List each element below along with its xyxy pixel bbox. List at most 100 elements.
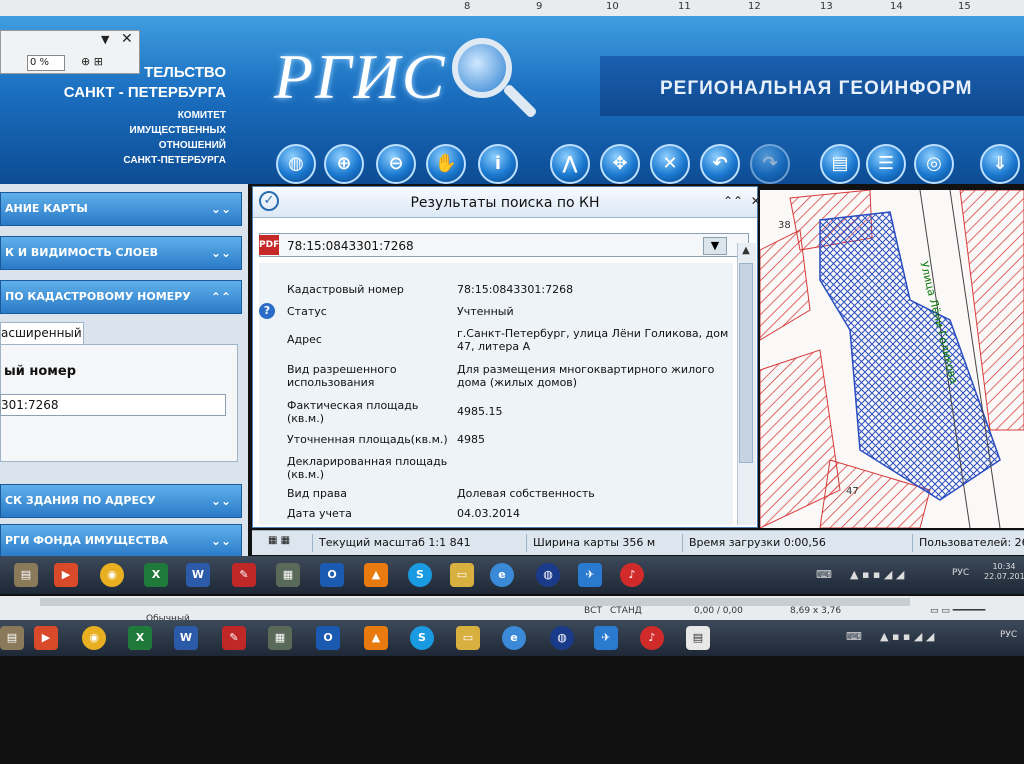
row-value: 78:15:0843301:7268 [457, 283, 574, 296]
map-status-bar: ▦ ▦ Текущий масштаб 1:1 841 Ширина карты… [252, 530, 1024, 555]
accordion-address-search[interactable]: СК ЗДАНИЯ ПО АДРЕСУ ⌄⌄ [0, 484, 242, 518]
globe-button[interactable]: ◍ [276, 144, 316, 184]
dropdown-arrow-icon[interactable]: ▼ [101, 33, 109, 46]
excel-icon[interactable]: X [144, 563, 168, 587]
row-label: Дата учета [287, 507, 352, 520]
accordion-map-control[interactable]: АНИЕ КАРТЫ ⌄⌄ [0, 192, 242, 226]
media-player-icon[interactable]: ▶ [34, 626, 58, 650]
language-indicator[interactable]: РУС [1000, 630, 1017, 640]
language-indicator[interactable]: РУС [952, 568, 969, 578]
zoom-in-button[interactable]: ⊕ [324, 144, 364, 184]
list-button[interactable]: ☰ [866, 144, 906, 184]
accordion-cadastral-search[interactable]: ПО КАДАСТРОВОМУ НОМЕРУ ⌃⌃ [0, 280, 242, 314]
panel-controls: ⌃⌃ ✕ [723, 194, 761, 208]
chrome-icon[interactable]: ◉ [100, 563, 124, 587]
print-button[interactable]: ▤ [820, 144, 860, 184]
zoom-field[interactable]: 0 % [27, 55, 65, 71]
scrollbar-thumb[interactable] [739, 263, 753, 463]
ruler-tick: 14 [890, 1, 903, 12]
explorer-icon[interactable]: ▤ [14, 563, 38, 587]
internet-explorer-icon[interactable]: e [502, 626, 526, 650]
refresh-globe-button[interactable]: ◎ [914, 144, 954, 184]
folder-icon[interactable]: ▭ [456, 626, 480, 650]
pdf-icon[interactable]: PDF [259, 235, 279, 255]
app-icon[interactable]: ✈ [594, 626, 618, 650]
tab-extended[interactable]: асширенный [0, 322, 84, 345]
keyboard-icon[interactable]: ⌨ [816, 568, 832, 581]
google-earth-icon[interactable]: ◍ [550, 626, 574, 650]
taskbar-bottom: ▤ ▶ ◉ X W ✎ ▦ O ▲ S ▭ e ◍ ✈ ♪ ▤ ⌨ ▲ ▪ ▪ … [0, 620, 1024, 656]
explorer-icon[interactable]: ▤ [0, 626, 24, 650]
row-label: Статус [287, 305, 327, 318]
magnifier-handle-icon [502, 83, 538, 119]
document-icon[interactable]: ▤ [686, 626, 710, 650]
align-icon[interactable]: ⊕ ⊞ [81, 55, 103, 68]
chevron-down-icon: ⌄⌄ [210, 534, 231, 548]
accordion-property-fund[interactable]: РГИ ФОНДА ИМУЩЕСТВА ⌄⌄ [0, 524, 242, 558]
map-width: Ширина карты 356 м [526, 534, 655, 552]
chevron-down-icon[interactable]: ▼ [703, 237, 727, 255]
tray-icons[interactable]: ▲ ▪ ▪ ◢ ◢ [880, 630, 934, 643]
accordion-layers[interactable]: К И ВИДИМОСТЬ СЛОЕВ ⌄⌄ [0, 236, 242, 270]
results-table: Кадастровый номер 78:15:0843301:7268 Ста… [259, 263, 733, 525]
skype-icon[interactable]: S [410, 626, 434, 650]
ruler-tick: 15 [958, 1, 971, 12]
skype-icon[interactable]: S [408, 563, 432, 587]
folder-icon[interactable]: ▭ [450, 563, 474, 587]
word-icon[interactable]: W [174, 626, 198, 650]
itunes-icon[interactable]: ♪ [620, 563, 644, 587]
outlook-icon[interactable]: O [320, 563, 344, 587]
chrome-icon[interactable]: ◉ [82, 626, 106, 650]
zoom-out-button[interactable]: ⊖ [376, 144, 416, 184]
map-view[interactable]: 38 47 [760, 190, 1024, 528]
tray-icons[interactable]: ▲ ▪ ▪ ◢ ◢ [850, 568, 904, 581]
help-icon[interactable]: ? [259, 303, 275, 319]
left-panel: АНИЕ КАРТЫ ⌄⌄ К И ВИДИМОСТЬ СЛОЕВ ⌄⌄ ПО КА… [0, 184, 248, 558]
word-icon[interactable]: W [186, 563, 210, 587]
back-button[interactable]: ↶ [700, 144, 740, 184]
sketchup-icon[interactable]: ✎ [232, 563, 256, 587]
collapse-icon[interactable]: ⌃⌃ [723, 194, 743, 208]
clock-time: 10:34 [992, 562, 1016, 571]
google-earth-icon[interactable]: ◍ [536, 563, 560, 587]
sketchup-icon[interactable]: ✎ [222, 626, 246, 650]
outlook-icon[interactable]: O [316, 626, 340, 650]
itunes-icon[interactable]: ♪ [640, 626, 664, 650]
vlc-icon[interactable]: ▲ [364, 563, 388, 587]
cadastral-number-input[interactable]: 301:7268 [0, 394, 226, 416]
system-clock[interactable]: 10:34 22.07.2016 [984, 562, 1024, 582]
ruler-tick: 13 [820, 1, 833, 12]
results-title: Результаты поиска по КН [410, 195, 600, 211]
chevron-down-icon: ⌄⌄ [210, 202, 231, 216]
row-value: Долевая собственность [457, 487, 595, 500]
info-button[interactable]: i [478, 144, 518, 184]
excel-icon[interactable]: X [128, 626, 152, 650]
search-results-panel: ✓ Результаты поиска по КН ⌃⌃ ✕ PDF 78:15… [252, 186, 761, 528]
internet-explorer-icon[interactable]: e [490, 563, 514, 587]
download-button[interactable]: ⇓ [980, 144, 1020, 184]
building-number: 47 [846, 486, 859, 497]
ruler-tick: 11 [678, 1, 691, 12]
media-player-icon[interactable]: ▶ [54, 563, 78, 587]
insert-mode: ВСТ [584, 606, 602, 616]
close-icon[interactable]: ✕ [121, 31, 133, 47]
row-value: 04.03.2014 [457, 507, 520, 520]
app-icon[interactable]: ✈ [578, 563, 602, 587]
accordion-label: СК ЗДАНИЯ ПО АДРЕСУ [5, 494, 156, 507]
ruler-tick: 8 [464, 1, 471, 12]
keyboard-icon[interactable]: ⌨ [846, 630, 862, 643]
forward-button[interactable]: ↷ [750, 144, 790, 184]
kn-search-input[interactable]: 78:15:0843301:7268 [287, 237, 697, 255]
scroll-up-icon[interactable]: ▲ [739, 245, 753, 261]
language-flags-icon[interactable]: ▦ ▦ [268, 535, 304, 551]
calculator-icon[interactable]: ▦ [268, 626, 292, 650]
zoom-slider[interactable]: ▭ ▭ ━━━━━━ [930, 606, 985, 616]
measure-button[interactable]: ⋀ [550, 144, 590, 184]
pan-hand-button[interactable]: ✋ [426, 144, 466, 184]
calculator-icon[interactable]: ▦ [276, 563, 300, 587]
vlc-icon[interactable]: ▲ [364, 626, 388, 650]
select-tool-button[interactable]: ✥ [600, 144, 640, 184]
accordion-label: РГИ ФОНДА ИМУЩЕСТВА [5, 534, 168, 547]
clear-button[interactable]: ✕ [650, 144, 690, 184]
horizontal-scrollbar[interactable] [40, 598, 910, 606]
